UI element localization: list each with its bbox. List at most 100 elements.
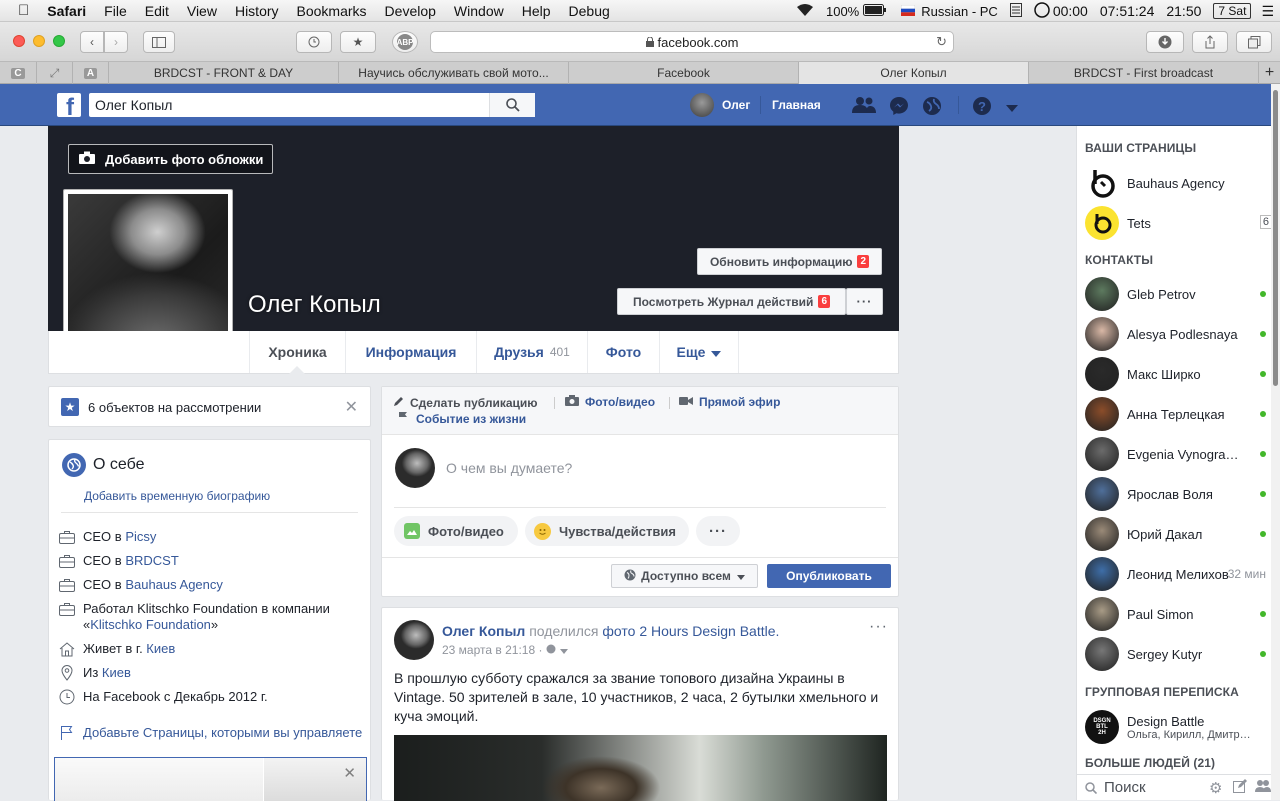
menu-bookmarks[interactable]: Bookmarks bbox=[297, 3, 367, 19]
review-card[interactable]: ★ 6 объектов на рассмотрении ✕ bbox=[48, 386, 371, 427]
contact-item[interactable]: Paul Simon bbox=[1085, 596, 1270, 632]
nav-home-link[interactable]: Главная bbox=[772, 98, 821, 112]
bookmarks-icon[interactable]: ★ bbox=[340, 31, 376, 53]
menu-develop[interactable]: Develop bbox=[385, 3, 436, 19]
chevron-down-icon[interactable] bbox=[560, 643, 569, 657]
globe-icon[interactable] bbox=[546, 643, 556, 657]
about-link[interactable]: Klitschko Foundation bbox=[90, 617, 211, 632]
about-link[interactable]: BRDCST bbox=[125, 553, 178, 568]
page-scrollbar[interactable] bbox=[1271, 84, 1280, 800]
messages-icon[interactable] bbox=[889, 96, 909, 119]
sidebar-toggle-button[interactable] bbox=[143, 31, 175, 53]
back-button[interactable]: ‹ bbox=[80, 31, 104, 53]
tab-about[interactable]: Информация bbox=[346, 331, 477, 373]
timer-value[interactable]: 00:00 bbox=[1053, 3, 1088, 19]
battery-icon[interactable] bbox=[863, 3, 887, 19]
tab-facebook[interactable]: Facebook bbox=[568, 62, 798, 84]
tab-photos[interactable]: Фото bbox=[588, 331, 660, 373]
about-link[interactable]: Bauhaus Agency bbox=[125, 577, 223, 592]
contact-item[interactable]: Юрий Дакал bbox=[1085, 516, 1270, 552]
feeling-activity-button[interactable]: Чувства/действия bbox=[525, 516, 689, 546]
wifi-icon[interactable] bbox=[796, 3, 814, 20]
photo-preview-grid[interactable]: ✕ bbox=[54, 757, 367, 801]
zoom-window-button[interactable] bbox=[53, 35, 65, 47]
notifications-globe-icon[interactable] bbox=[922, 96, 942, 119]
add-bio-link[interactable]: Добавить временную биографию bbox=[84, 489, 270, 503]
about-link[interactable]: Picsy bbox=[125, 529, 156, 544]
timer-icon[interactable] bbox=[1034, 1, 1050, 21]
history-icon[interactable] bbox=[296, 31, 332, 53]
tab-moto[interactable]: Научись обслуживать свой мото... bbox=[338, 62, 568, 84]
pinned-tab-arrows[interactable]: ⤢ bbox=[36, 62, 72, 84]
date-badge[interactable]: 7 Sat bbox=[1213, 3, 1252, 19]
app-menu[interactable]: Safari bbox=[47, 3, 86, 19]
close-icon[interactable]: ✕ bbox=[345, 397, 358, 417]
composer-tab-event[interactable]: Событие из жизни bbox=[398, 411, 526, 426]
clock-time[interactable]: 21:50 bbox=[1166, 3, 1201, 19]
scrollbar-thumb[interactable] bbox=[1273, 90, 1278, 386]
input-source[interactable]: Russian - PC bbox=[921, 4, 998, 19]
more-people-title[interactable]: БОЛЬШЕ ЛЮДЕЙ (21) bbox=[1085, 756, 1215, 770]
page-item-bauhaus[interactable]: Bauhaus Agency bbox=[1085, 165, 1270, 201]
menu-view[interactable]: View bbox=[187, 3, 217, 19]
battery-percent[interactable]: 100% bbox=[826, 4, 859, 19]
update-info-button[interactable]: Обновить информацию 2 bbox=[697, 248, 882, 275]
contact-item[interactable]: Gleb Petrov bbox=[1085, 276, 1270, 312]
post-author-link[interactable]: Олег Копыл bbox=[442, 623, 525, 639]
add-pages-link[interactable]: Добавьте Страницы, которыми вы управляет… bbox=[83, 725, 362, 741]
contact-item[interactable]: Evgenia Vynogradova bbox=[1085, 436, 1270, 472]
composer-tab-live[interactable]: Прямой эфир bbox=[679, 395, 780, 409]
friend-requests-icon[interactable] bbox=[852, 96, 876, 117]
tab-oleg-kopyl[interactable]: Олег Копыл bbox=[798, 62, 1028, 84]
audience-selector[interactable]: Доступно всем bbox=[611, 564, 758, 588]
facebook-search-input[interactable] bbox=[89, 94, 489, 116]
post-date[interactable]: 23 марта в 21:18 · bbox=[442, 643, 542, 657]
pinned-tab-c[interactable]: C bbox=[0, 62, 36, 84]
new-tab-button[interactable]: + bbox=[1258, 62, 1280, 84]
avatar[interactable] bbox=[395, 448, 435, 488]
composer-input[interactable]: О чем вы думаете? bbox=[446, 460, 572, 476]
about-link[interactable]: Киев bbox=[146, 641, 175, 656]
apple-icon[interactable]:  bbox=[18, 2, 29, 19]
photo-video-button[interactable]: Фото/видео bbox=[394, 516, 518, 546]
facebook-logo[interactable]: f bbox=[57, 93, 81, 117]
menu-file[interactable]: File bbox=[104, 3, 127, 19]
contact-item[interactable]: Макс Ширко bbox=[1085, 356, 1270, 392]
group-chat-design-battle[interactable]: DSGN BTL 2H Design Battle Ольга, Кирилл, Д… bbox=[1085, 709, 1270, 745]
composer-tab-post[interactable]: Сделать публикацию bbox=[393, 395, 538, 410]
clock-seconds[interactable]: 07:51:24 bbox=[1100, 3, 1155, 19]
address-bar[interactable]: facebook.com ↻ bbox=[430, 31, 954, 53]
tab-more[interactable]: Еще bbox=[660, 331, 739, 373]
help-icon[interactable]: ? bbox=[972, 96, 992, 119]
menu-help[interactable]: Help bbox=[522, 3, 551, 19]
activity-log-button[interactable]: Посмотреть Журнал действий 6 bbox=[617, 288, 846, 315]
contact-item[interactable]: Анна Терлецкая bbox=[1085, 396, 1270, 432]
add-cover-button[interactable]: Добавить фото обложки bbox=[68, 144, 273, 174]
pinned-tab-a[interactable]: A bbox=[72, 62, 108, 84]
avatar[interactable] bbox=[394, 620, 434, 660]
reload-icon[interactable]: ↻ bbox=[936, 34, 947, 50]
new-message-icon[interactable] bbox=[1233, 779, 1247, 796]
tab-friends[interactable]: Друзья 401 bbox=[477, 331, 588, 373]
account-menu-caret-icon[interactable] bbox=[1006, 101, 1018, 116]
page-item-tets[interactable]: Tets 6 bbox=[1085, 205, 1272, 241]
menu-debug[interactable]: Debug bbox=[569, 3, 610, 19]
menu-history[interactable]: History bbox=[235, 3, 279, 19]
tab-brdcst-front[interactable]: BRDCST - FRONT & DAY bbox=[108, 62, 338, 84]
downloads-button[interactable] bbox=[1146, 31, 1184, 53]
close-icon[interactable]: ✕ bbox=[343, 764, 356, 782]
tab-brdcst-broadcast[interactable]: BRDCST - First broadcast bbox=[1028, 62, 1258, 84]
forward-button[interactable]: › bbox=[104, 31, 128, 53]
menu-edit[interactable]: Edit bbox=[145, 3, 169, 19]
contact-item[interactable]: Alesya Podlesnaya bbox=[1085, 316, 1270, 352]
profile-name[interactable]: Олег Копыл bbox=[248, 291, 381, 319]
composer-tab-photo[interactable]: Фото/видео bbox=[565, 395, 655, 409]
chat-search-input[interactable]: Поиск bbox=[1104, 779, 1146, 796]
tabs-overview-button[interactable] bbox=[1236, 31, 1272, 53]
photo-thumb[interactable] bbox=[55, 758, 263, 801]
post-object-link[interactable]: фото 2 Hours Design Battle. bbox=[602, 623, 779, 639]
composer-more-button[interactable]: ··· bbox=[696, 516, 740, 546]
search-button[interactable] bbox=[489, 93, 535, 117]
about-link[interactable]: Киев bbox=[102, 665, 131, 680]
contact-item[interactable]: Ярослав Воля bbox=[1085, 476, 1270, 512]
